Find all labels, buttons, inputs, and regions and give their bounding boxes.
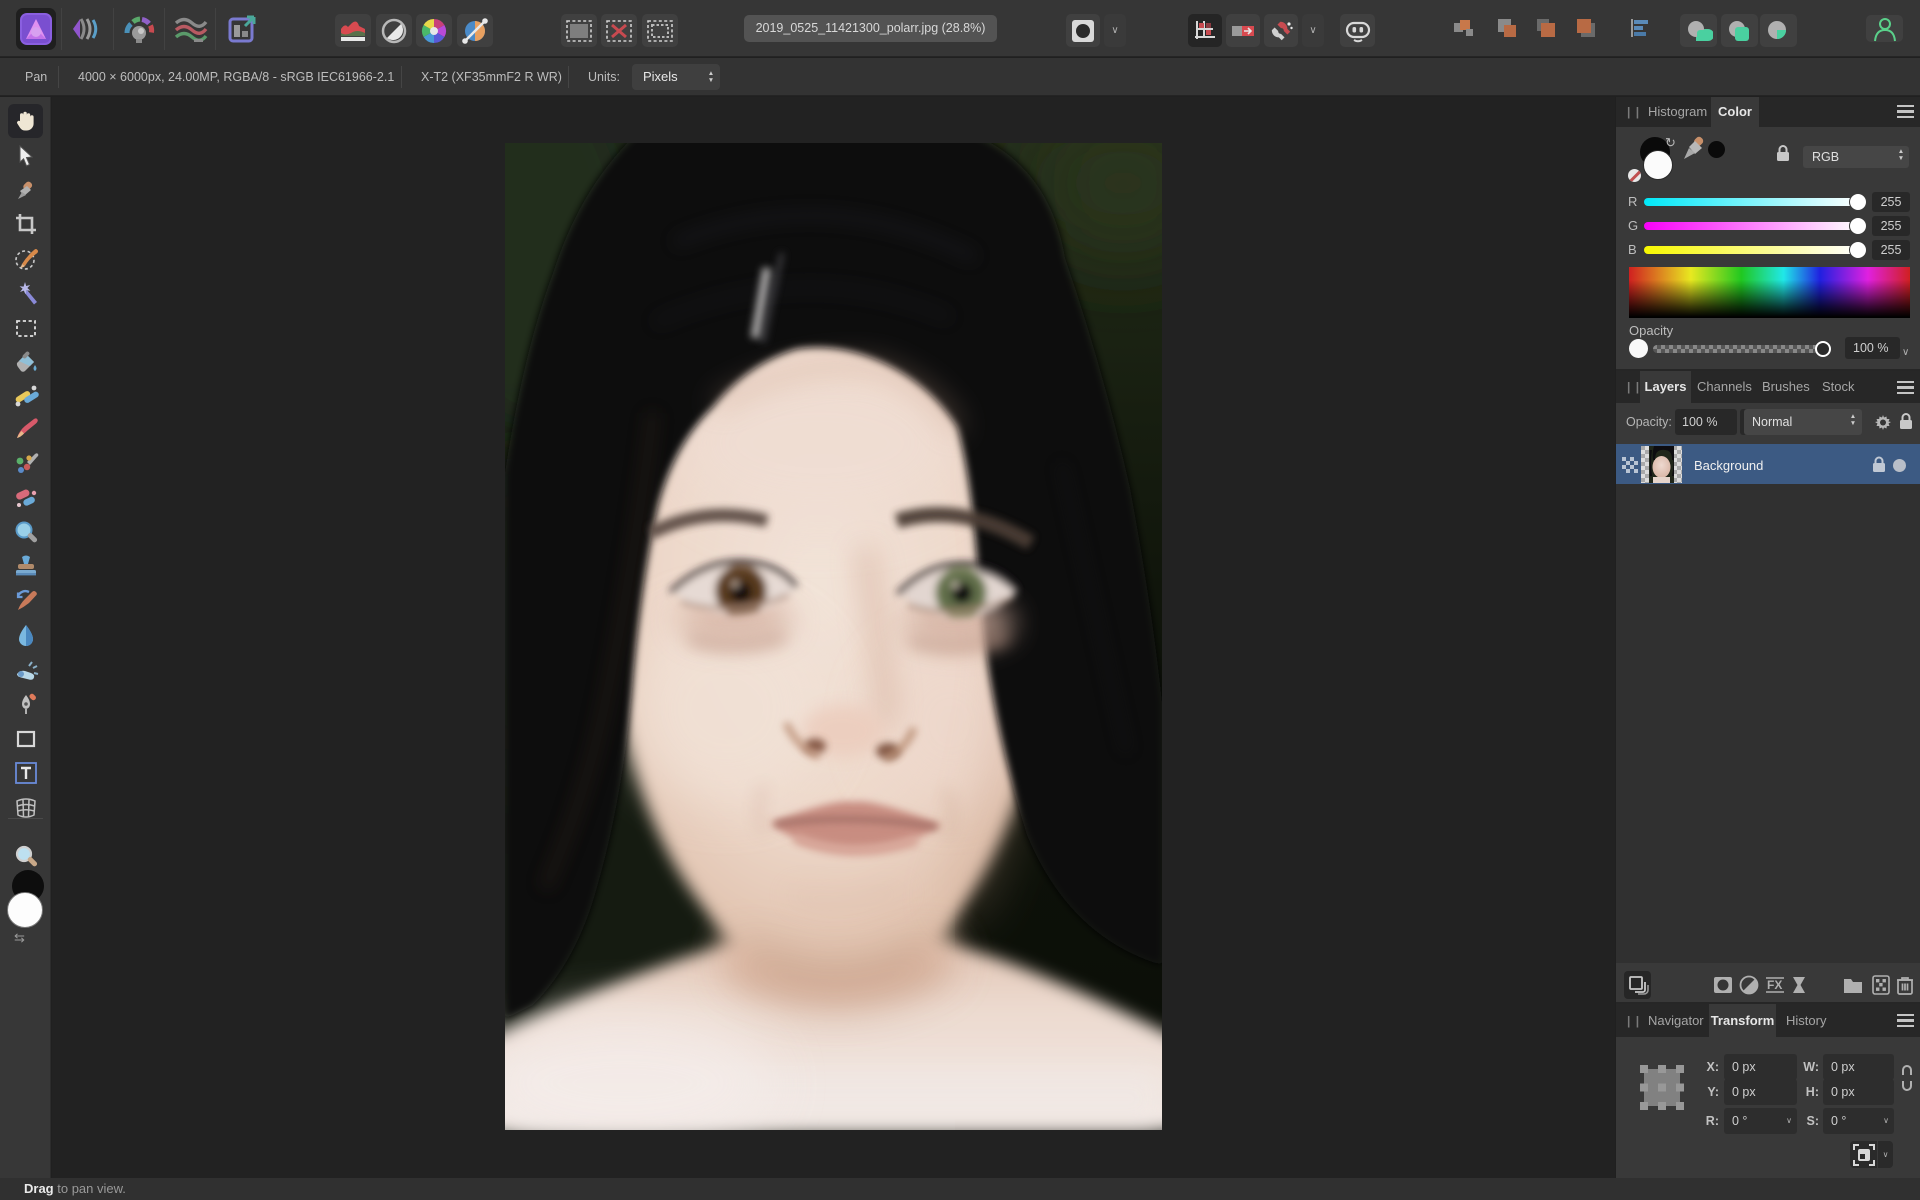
svg-text:FX: FX (1767, 978, 1782, 992)
